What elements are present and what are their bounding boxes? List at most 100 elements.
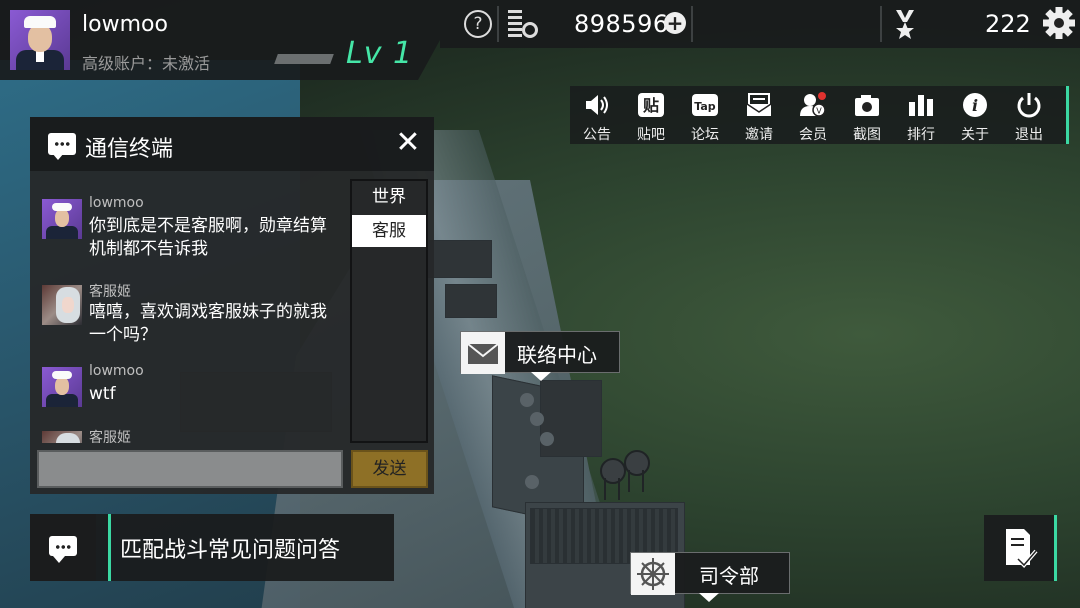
menu-invite[interactable]: 邀请 [732, 92, 786, 143]
tower-leg [604, 478, 606, 500]
taptap-icon: Tap [692, 94, 718, 116]
sender-avatar [42, 367, 82, 407]
chat-header: 通信终端 ✕ [30, 117, 434, 171]
speaker-icon [586, 95, 608, 115]
close-icon[interactable]: ✕ [394, 128, 422, 158]
tower-leg [642, 470, 644, 492]
divider [880, 6, 882, 42]
member-icon: V [800, 92, 826, 117]
label-pointer [699, 593, 719, 602]
ship-wheel-icon [631, 553, 675, 595]
coins-icon [508, 8, 540, 38]
coin-disk [522, 22, 538, 38]
send-button[interactable]: 发送 [351, 450, 428, 488]
menu-label: 排行 [907, 127, 935, 143]
menu-label: 关于 [961, 127, 989, 143]
avatar-cap [24, 16, 56, 28]
player-avatar[interactable] [10, 10, 70, 70]
sender-avatar [42, 285, 82, 325]
power-icon [1017, 93, 1041, 118]
chat-input[interactable] [37, 450, 343, 488]
chat-message: lowmoo 你到底是不是客服啊，勋章结算机制都不告诉我 [42, 195, 332, 269]
avatar-face [28, 24, 52, 52]
player-level: Lv 1 [346, 36, 414, 71]
coin-stack-bar [508, 28, 522, 31]
message-text: 你到底是不是客服啊，勋章结算机制都不告诉我 [89, 216, 327, 259]
avatar-hair [56, 433, 80, 443]
roof-vent [540, 432, 554, 446]
chat-message: 客服姬 [42, 430, 332, 443]
faq-bar[interactable]: 匹配战斗常见问题问答 [30, 514, 394, 581]
warehouse [445, 284, 497, 318]
faq-label: 匹配战斗常见问题问答 [120, 538, 341, 563]
task-list-button[interactable] [984, 515, 1057, 581]
avatar-cap [52, 203, 72, 211]
menu-member[interactable]: V 会员 [786, 92, 840, 143]
mail-icon [461, 332, 505, 374]
medal-icon [896, 10, 914, 39]
contact-center-label[interactable]: 联络中心 [460, 331, 620, 381]
bubble-dots [54, 142, 70, 146]
sender-avatar [42, 199, 82, 239]
avatar-coat [46, 394, 78, 407]
player-username: lowmoo [82, 12, 168, 37]
chat-bubble-icon [49, 536, 77, 563]
label-pointer [531, 372, 551, 381]
ranking-icon [909, 95, 933, 116]
tab-customer-service[interactable]: 客服 [352, 215, 426, 247]
info-icon: i [963, 93, 987, 117]
envelope-icon [746, 93, 772, 116]
building-name: 联络中心 [517, 343, 597, 367]
roof-vent [525, 475, 539, 489]
tower-leg [628, 470, 630, 492]
coin-stack-bar [508, 34, 522, 37]
message-text: wtf [89, 384, 116, 404]
coin-stack-bar [508, 22, 522, 25]
medals-count: 222 [985, 10, 1031, 38]
sender-name: lowmoo [89, 195, 144, 211]
building-name: 司令部 [699, 564, 759, 588]
faq-chat-button[interactable] [30, 514, 96, 581]
svg-text:Tap: Tap [694, 100, 716, 113]
gear-icon[interactable] [1042, 6, 1076, 40]
chat-bubble-icon [48, 133, 76, 160]
sender-avatar [42, 431, 82, 443]
menu-label: 贴吧 [637, 127, 665, 143]
message-text: 嘻嘻，喜欢调戏客服妹子的就我一个吗？ [89, 302, 327, 345]
message-list[interactable]: lowmoo 你到底是不是客服啊，勋章结算机制都不告诉我 客服姬 嘻嘻，喜欢调戏… [30, 171, 346, 443]
level-progress-bar [274, 54, 334, 64]
camera-icon [855, 95, 879, 116]
sender-name: lowmoo [89, 363, 144, 379]
menu-ranking[interactable]: 排行 [894, 92, 948, 143]
main-menu: 公告 贴 贴吧 Tap 论坛 邀请 V 会员 截图 排行 i 关于 退出 [570, 86, 1069, 144]
headquarters-label[interactable]: 司令部 [630, 552, 790, 602]
menu-label: 退出 [1015, 127, 1043, 143]
menu-about[interactable]: i 关于 [948, 92, 1002, 143]
divider [691, 6, 693, 42]
accent-divider [108, 514, 111, 581]
account-status[interactable]: 高级账户：未激活 [82, 50, 210, 74]
help-icon[interactable]: ? [464, 10, 492, 38]
chat-message: 客服姬 嘻嘻，喜欢调戏客服妹子的就我一个吗？ [42, 284, 332, 355]
divider [497, 6, 499, 42]
avatar-cap [52, 371, 72, 379]
svg-text:i: i [972, 96, 978, 115]
roof-vent [520, 393, 534, 407]
menu-screenshot[interactable]: 截图 [840, 92, 894, 143]
menu-label: 会员 [799, 127, 827, 143]
menu-forum[interactable]: Tap 论坛 [678, 92, 732, 143]
menu-exit[interactable]: 退出 [1002, 92, 1056, 143]
coin-stack-bar [508, 16, 522, 19]
avatar-face [55, 377, 69, 395]
tab-world[interactable]: 世界 [352, 181, 426, 213]
menu-label: 截图 [853, 127, 881, 143]
menu-label: 论坛 [691, 127, 719, 143]
coin-stack-bar [508, 10, 522, 13]
menu-tieba[interactable]: 贴 贴吧 [624, 92, 678, 143]
sender-name: 客服姬 [89, 284, 131, 300]
chat-panel: 通信终端 ✕ lowmoo 你到底是不是客服啊，勋章结算机制都不告诉我 客服姬 … [30, 117, 434, 494]
coins-count: 898596 [574, 10, 669, 38]
menu-announcement[interactable]: 公告 [570, 92, 624, 143]
add-coins-icon[interactable]: + [664, 12, 686, 34]
checklist-icon [1006, 529, 1038, 568]
